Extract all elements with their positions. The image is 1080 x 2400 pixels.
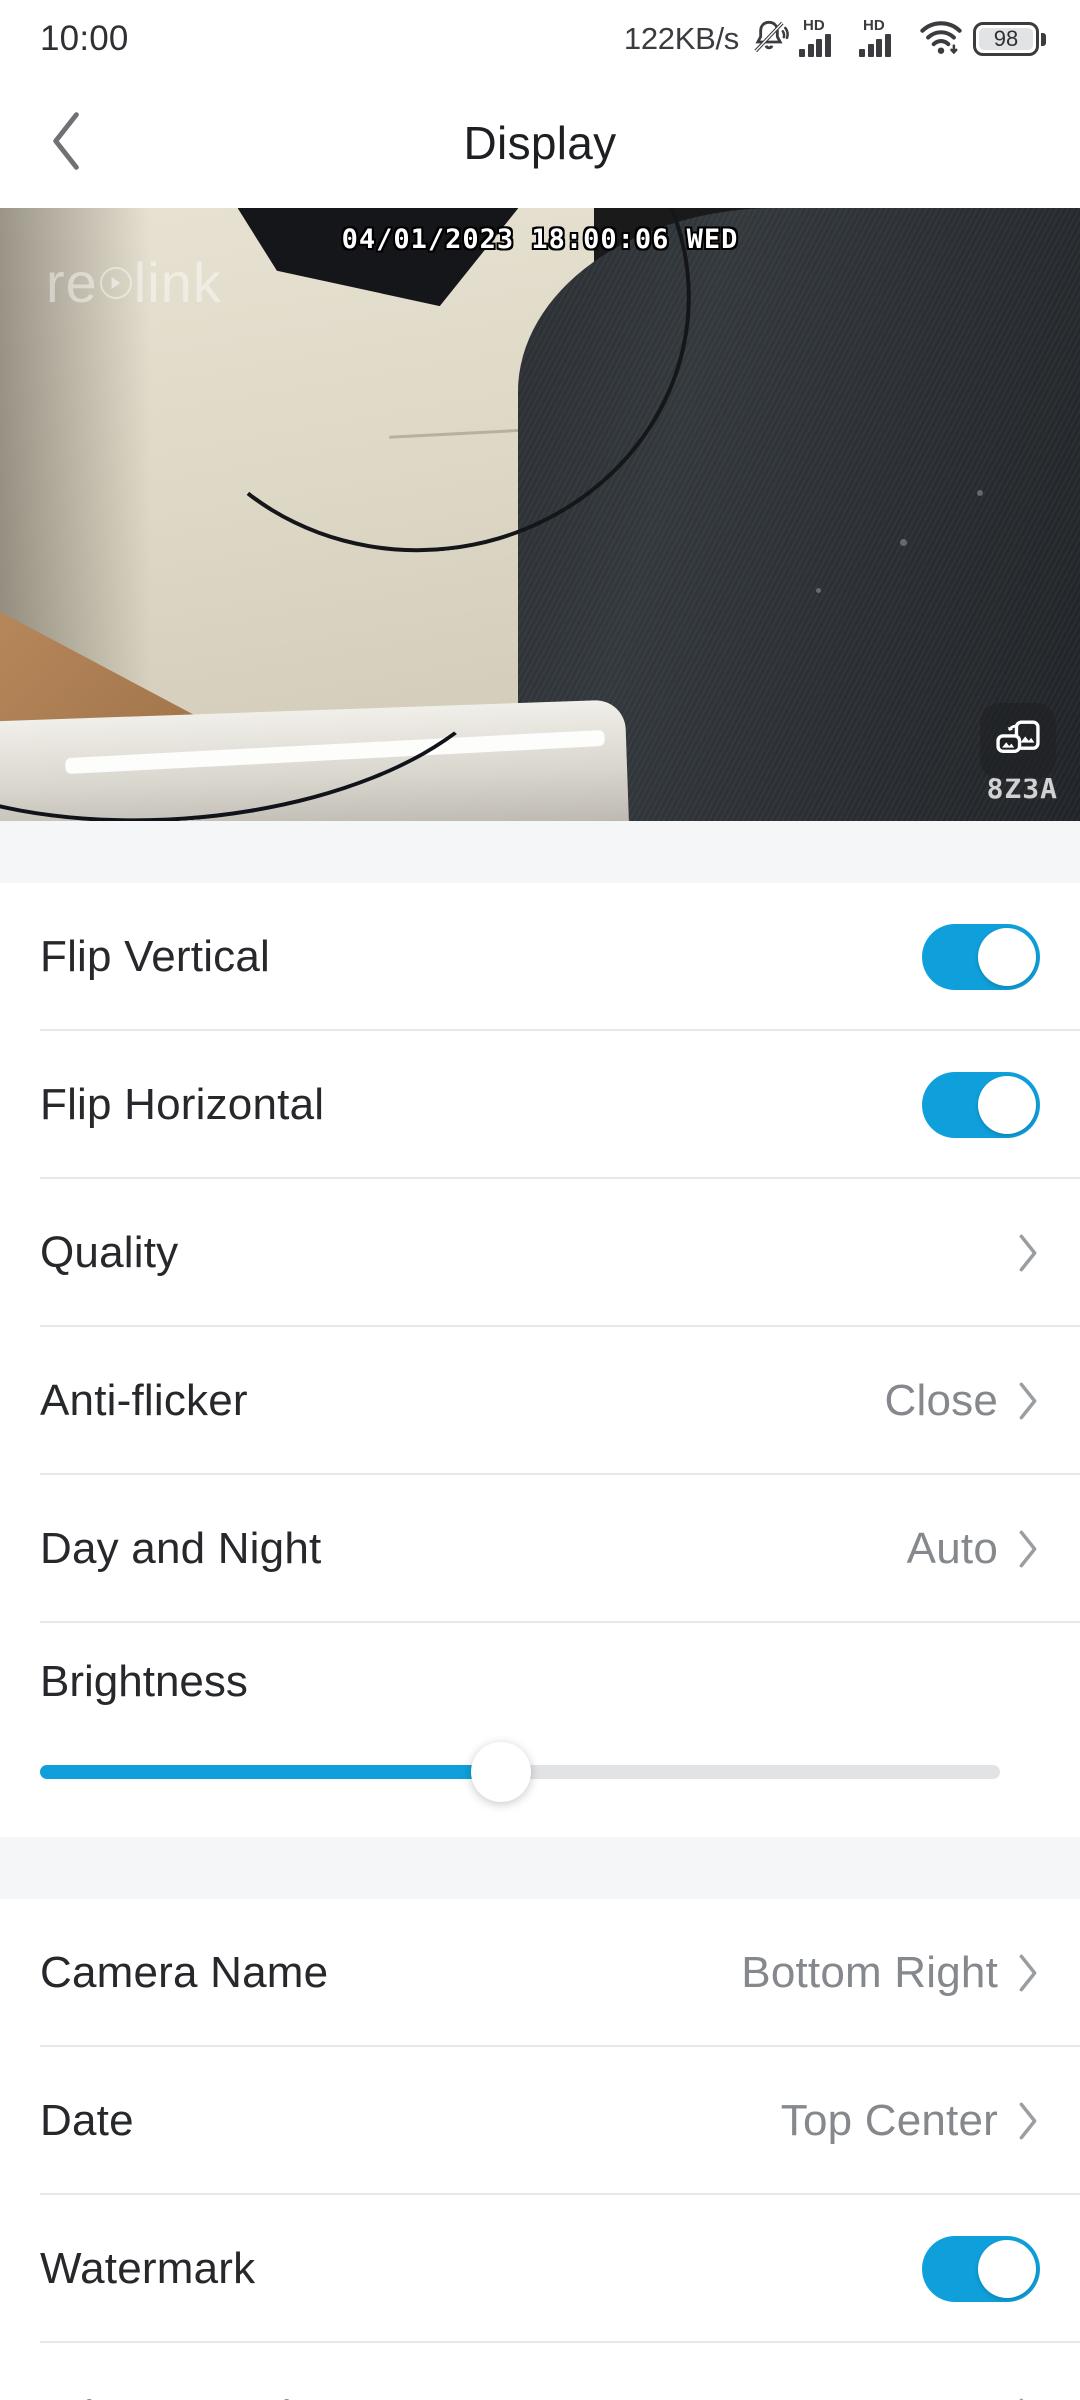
- watermark-text-pre: re: [46, 251, 98, 314]
- battery-percent-text: 98: [993, 26, 1019, 51]
- bell-muted-icon: [749, 17, 789, 62]
- group-gap-middle: [0, 1837, 1080, 1899]
- chevron-right-icon: [1016, 2101, 1040, 2141]
- setting-row-privacy-mask[interactable]: Privacy Mask: [0, 2343, 1080, 2400]
- chevron-right-icon: [1016, 1233, 1040, 1273]
- toggle-knob: [978, 1076, 1036, 1134]
- toggle-watermark[interactable]: [922, 2236, 1040, 2302]
- setting-label-anti-flicker: Anti-flicker: [40, 1376, 248, 1425]
- network-speed-text: 122KB/s: [623, 21, 739, 56]
- settings-group-display: Flip Vertical Flip Horizontal Quality An…: [0, 883, 1080, 1837]
- signal-bars-sim1: [799, 33, 831, 57]
- settings-group-osd: Camera Name Bottom Right Date Top Center…: [0, 1899, 1080, 2400]
- hd-label-sim2: HD: [863, 17, 885, 34]
- osd-timestamp: 04/01/2023 18:00:06 WED: [341, 224, 739, 255]
- brightness-slider-track[interactable]: [40, 1742, 1000, 1802]
- battery-nub: [1041, 32, 1046, 46]
- setting-label-quality: Quality: [40, 1228, 179, 1277]
- back-button[interactable]: [12, 88, 122, 198]
- status-bar-icons: 122KB/s HD HD 98: [624, 17, 1046, 62]
- setting-row-quality[interactable]: Quality: [0, 1179, 1080, 1327]
- image-swap-button[interactable]: [980, 703, 1056, 779]
- status-bar-clock: 10:00: [40, 19, 129, 58]
- reolink-watermark: re link: [46, 250, 222, 315]
- battery-icon: 98: [973, 22, 1046, 56]
- brightness-slider[interactable]: [40, 1707, 1040, 1837]
- setting-label-camera-name: Camera Name: [40, 1948, 329, 1997]
- brightness-slider-fill: [40, 1765, 501, 1779]
- setting-row-date[interactable]: Date Top Center: [0, 2047, 1080, 2195]
- status-bar: 10:00 122KB/s HD HD 98: [0, 0, 1080, 78]
- chevron-right-icon: [1016, 1529, 1040, 1569]
- brightness-slider-thumb[interactable]: [470, 1742, 531, 1802]
- setting-row-flip-vertical[interactable]: Flip Vertical: [0, 883, 1080, 1031]
- image-swap-icon: [995, 718, 1041, 765]
- watermark-text-post: link: [133, 251, 222, 314]
- setting-row-brightness: Brightness: [0, 1623, 1080, 1837]
- hd-label-sim1: HD: [803, 17, 825, 34]
- setting-label-flip-vertical: Flip Vertical: [40, 932, 271, 981]
- toggle-knob: [978, 928, 1036, 986]
- setting-label-brightness: Brightness: [40, 1657, 248, 1706]
- scene-speck: [976, 489, 983, 496]
- reolink-logo-icon: [99, 266, 132, 299]
- setting-row-anti-flicker[interactable]: Anti-flicker Close: [0, 1327, 1080, 1475]
- setting-value-day-and-night: Auto: [906, 1524, 998, 1573]
- setting-row-day-and-night[interactable]: Day and Night Auto: [0, 1475, 1080, 1623]
- setting-row-flip-horizontal[interactable]: Flip Horizontal: [0, 1031, 1080, 1179]
- signal-bars-sim2: [859, 33, 891, 57]
- signal-bars-sim2-icon: HD: [859, 17, 909, 57]
- toggle-flip-vertical[interactable]: [922, 924, 1040, 990]
- camera-live-preview[interactable]: re link 04/01/2023 18:00:06 WED 8Z3A: [0, 208, 1080, 821]
- setting-label-date: Date: [40, 2096, 134, 2145]
- wifi-icon: [919, 18, 963, 61]
- setting-label-watermark: Watermark: [40, 2244, 256, 2293]
- signal-bars-sim1-icon: HD: [799, 17, 849, 57]
- chevron-right-icon: [1016, 1381, 1040, 1421]
- group-gap-top: [0, 821, 1080, 883]
- setting-label-day-and-night: Day and Night: [40, 1524, 322, 1573]
- toggle-flip-horizontal[interactable]: [922, 1072, 1040, 1138]
- battery-fill: 98: [979, 28, 1033, 50]
- setting-label-privacy-mask: Privacy Mask: [40, 2392, 304, 2400]
- scene-speck: [815, 588, 821, 594]
- battery-shell: 98: [973, 22, 1039, 56]
- page-title: Display: [463, 117, 617, 169]
- chevron-left-icon: [44, 109, 90, 178]
- toggle-knob: [978, 2240, 1036, 2298]
- page-header: Display: [0, 78, 1080, 208]
- setting-value-camera-name: Bottom Right: [741, 1948, 998, 1997]
- chevron-right-icon: [1016, 1953, 1040, 1993]
- setting-row-camera-name[interactable]: Camera Name Bottom Right: [0, 1899, 1080, 2047]
- setting-value-anti-flicker: Close: [884, 1376, 998, 1425]
- setting-value-date: Top Center: [780, 2096, 998, 2145]
- setting-label-flip-horizontal: Flip Horizontal: [40, 1080, 325, 1129]
- setting-row-watermark[interactable]: Watermark: [0, 2195, 1080, 2343]
